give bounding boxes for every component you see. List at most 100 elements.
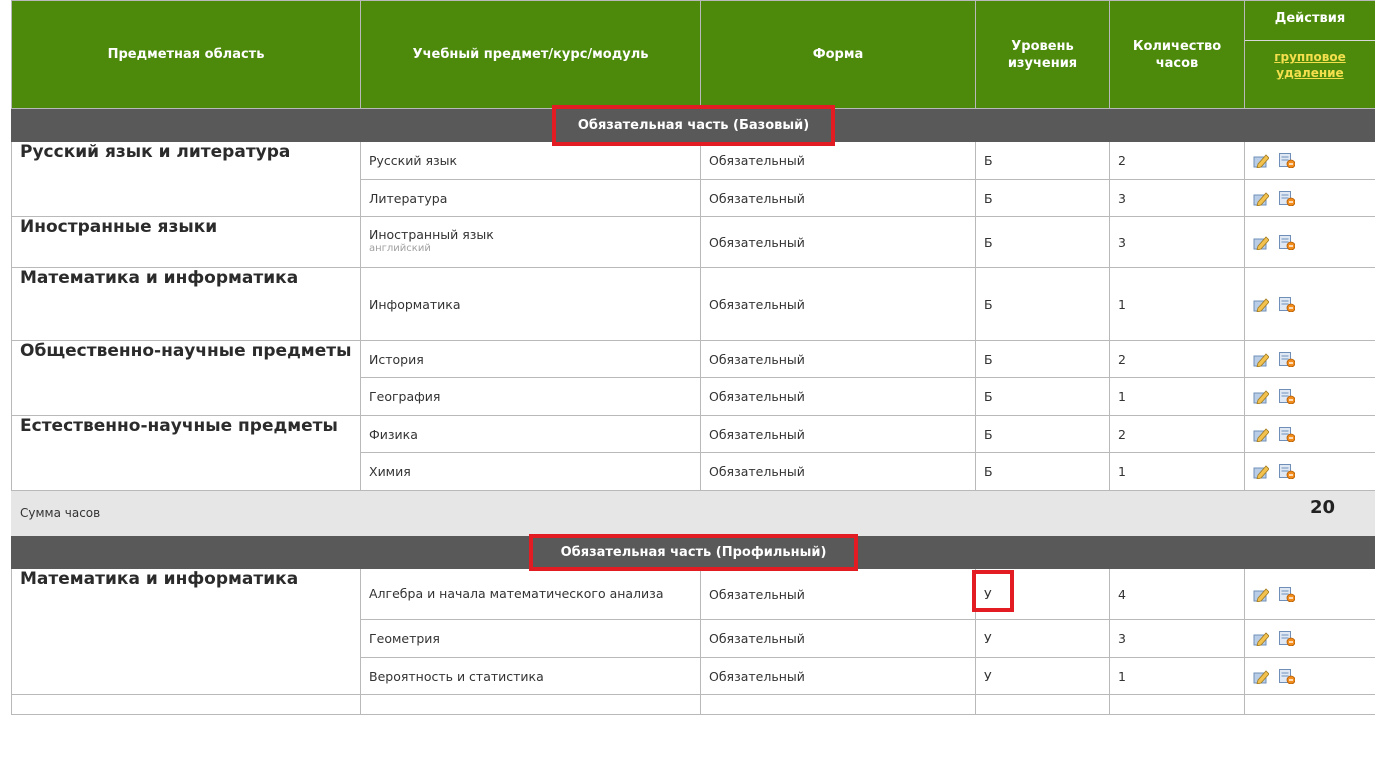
sum-label: Сумма часов <box>11 490 1110 536</box>
form-value: Обязательный <box>700 568 976 620</box>
hours-value: 2 <box>1109 415 1245 453</box>
subject-name: Химия <box>360 452 701 491</box>
highlight-box <box>972 569 1014 612</box>
subject-name: Литература <box>360 179 701 217</box>
row-actions <box>1244 377 1375 416</box>
level-value: У <box>972 568 1110 620</box>
delete-icon[interactable] <box>1279 351 1296 367</box>
row-actions <box>1244 657 1375 695</box>
form-value: Обязательный <box>700 415 976 453</box>
form-value: Обязательный <box>700 216 976 268</box>
sum-row: Сумма часов 20 <box>11 490 1375 536</box>
form-value: Обязательный <box>700 657 976 695</box>
hours-value: 2 <box>1109 141 1245 180</box>
col-header-hours: Количество часов <box>1109 0 1245 109</box>
subject-name: География <box>360 377 701 416</box>
row-actions <box>1244 179 1375 217</box>
row-actions <box>1244 568 1375 620</box>
edit-icon[interactable] <box>1253 587 1269 602</box>
form-value: Обязательный <box>700 179 976 217</box>
language-note: английский <box>369 243 431 254</box>
actions-title: Действия <box>1245 1 1375 41</box>
table-row: Естественно-научные предметы Физика Обяз… <box>11 415 1375 491</box>
table-row: Математика и информатика Алгебра и начал… <box>11 568 1375 695</box>
col-header-area: Предметная область <box>11 0 361 109</box>
table-row <box>11 694 1375 715</box>
subject-area: Русский язык и литература <box>11 141 361 217</box>
row-actions <box>1244 141 1375 180</box>
edit-icon[interactable] <box>1253 669 1269 684</box>
form-value: Обязательный <box>700 141 976 180</box>
row-actions <box>1244 452 1375 491</box>
level-value: Б <box>975 340 1110 378</box>
delete-icon[interactable] <box>1279 153 1296 168</box>
section-header-basic: Обязательная часть (Базовый) <box>11 104 1375 146</box>
delete-icon[interactable] <box>1279 426 1296 442</box>
subject-name: Иностранный язык английский <box>360 216 701 268</box>
subject-area: Математика и информатика <box>11 267 361 341</box>
edit-icon[interactable] <box>1253 464 1269 479</box>
edit-icon[interactable] <box>1253 352 1269 367</box>
section-title: Обязательная часть (Профильный) <box>528 533 859 571</box>
group-delete-link[interactable]: групповое удаление <box>1249 41 1371 81</box>
delete-icon[interactable] <box>1279 389 1296 404</box>
edit-icon[interactable] <box>1253 191 1269 206</box>
subject-area: Общественно-научные предметы <box>11 340 361 416</box>
form-value: Обязательный <box>700 619 976 658</box>
hours-value: 1 <box>1109 657 1245 695</box>
section-header-profile: Обязательная часть (Профильный) <box>11 533 1375 571</box>
col-header-actions: Действия групповое удаление <box>1244 0 1375 109</box>
highlight-box <box>528 533 859 571</box>
delete-icon[interactable] <box>1279 586 1296 602</box>
edit-icon[interactable] <box>1253 297 1269 312</box>
delete-icon[interactable] <box>1279 234 1296 250</box>
subject-area: Естественно-научные предметы <box>11 415 361 491</box>
hours-value: 1 <box>1109 377 1245 416</box>
subject-name: Геометрия <box>360 619 701 658</box>
section-title: Обязательная часть (Базовый) <box>551 104 836 146</box>
hours-value: 1 <box>1109 452 1245 491</box>
hours-value: 3 <box>1109 619 1245 658</box>
edit-icon[interactable] <box>1253 631 1269 646</box>
level-value: Б <box>975 267 1110 341</box>
col-header-form: Форма <box>700 0 976 109</box>
hours-value: 4 <box>1109 568 1245 620</box>
form-value: Обязательный <box>700 377 976 416</box>
hours-value: 1 <box>1109 267 1245 341</box>
delete-icon[interactable] <box>1279 296 1296 312</box>
row-actions <box>1244 267 1375 341</box>
level-value: Б <box>975 216 1110 268</box>
edit-icon[interactable] <box>1253 389 1269 404</box>
edit-icon[interactable] <box>1253 427 1269 442</box>
row-actions <box>1244 619 1375 658</box>
delete-icon[interactable] <box>1279 631 1296 646</box>
delete-icon[interactable] <box>1279 464 1296 479</box>
level-value: Б <box>975 415 1110 453</box>
level-value: Б <box>975 377 1110 416</box>
form-value: Обязательный <box>700 340 976 378</box>
edit-icon[interactable] <box>1253 153 1269 168</box>
row-actions <box>1244 340 1375 378</box>
col-header-subject: Учебный предмет/курс/модуль <box>360 0 701 109</box>
subject-name: Алгебра и начала математического анализа <box>360 568 701 620</box>
hours-value: 3 <box>1109 216 1245 268</box>
table-row: Общественно-научные предметы История Обя… <box>11 340 1375 416</box>
edit-icon[interactable] <box>1253 235 1269 250</box>
table-row: Иностранные языки Иностранный язык англи… <box>11 216 1375 268</box>
table-row: Русский язык и литература Русский язык О… <box>11 141 1375 217</box>
row-actions <box>1244 415 1375 453</box>
level-value: Б <box>975 179 1110 217</box>
delete-icon[interactable] <box>1279 668 1296 684</box>
delete-icon[interactable] <box>1279 190 1296 206</box>
level-value: Б <box>975 452 1110 491</box>
level-value: У <box>975 657 1110 695</box>
col-header-level: Уровень изучения <box>975 0 1110 109</box>
subject-area: Иностранные языки <box>11 216 361 268</box>
sum-value: 20 <box>1109 490 1375 536</box>
subject-name: Физика <box>360 415 701 453</box>
table-row: Математика и информатика Информатика Обя… <box>11 267 1375 341</box>
subject-area: Математика и информатика <box>11 568 361 695</box>
row-actions <box>1244 216 1375 268</box>
subject-name: Информатика <box>360 267 701 341</box>
subject-name: Вероятность и статистика <box>360 657 701 695</box>
